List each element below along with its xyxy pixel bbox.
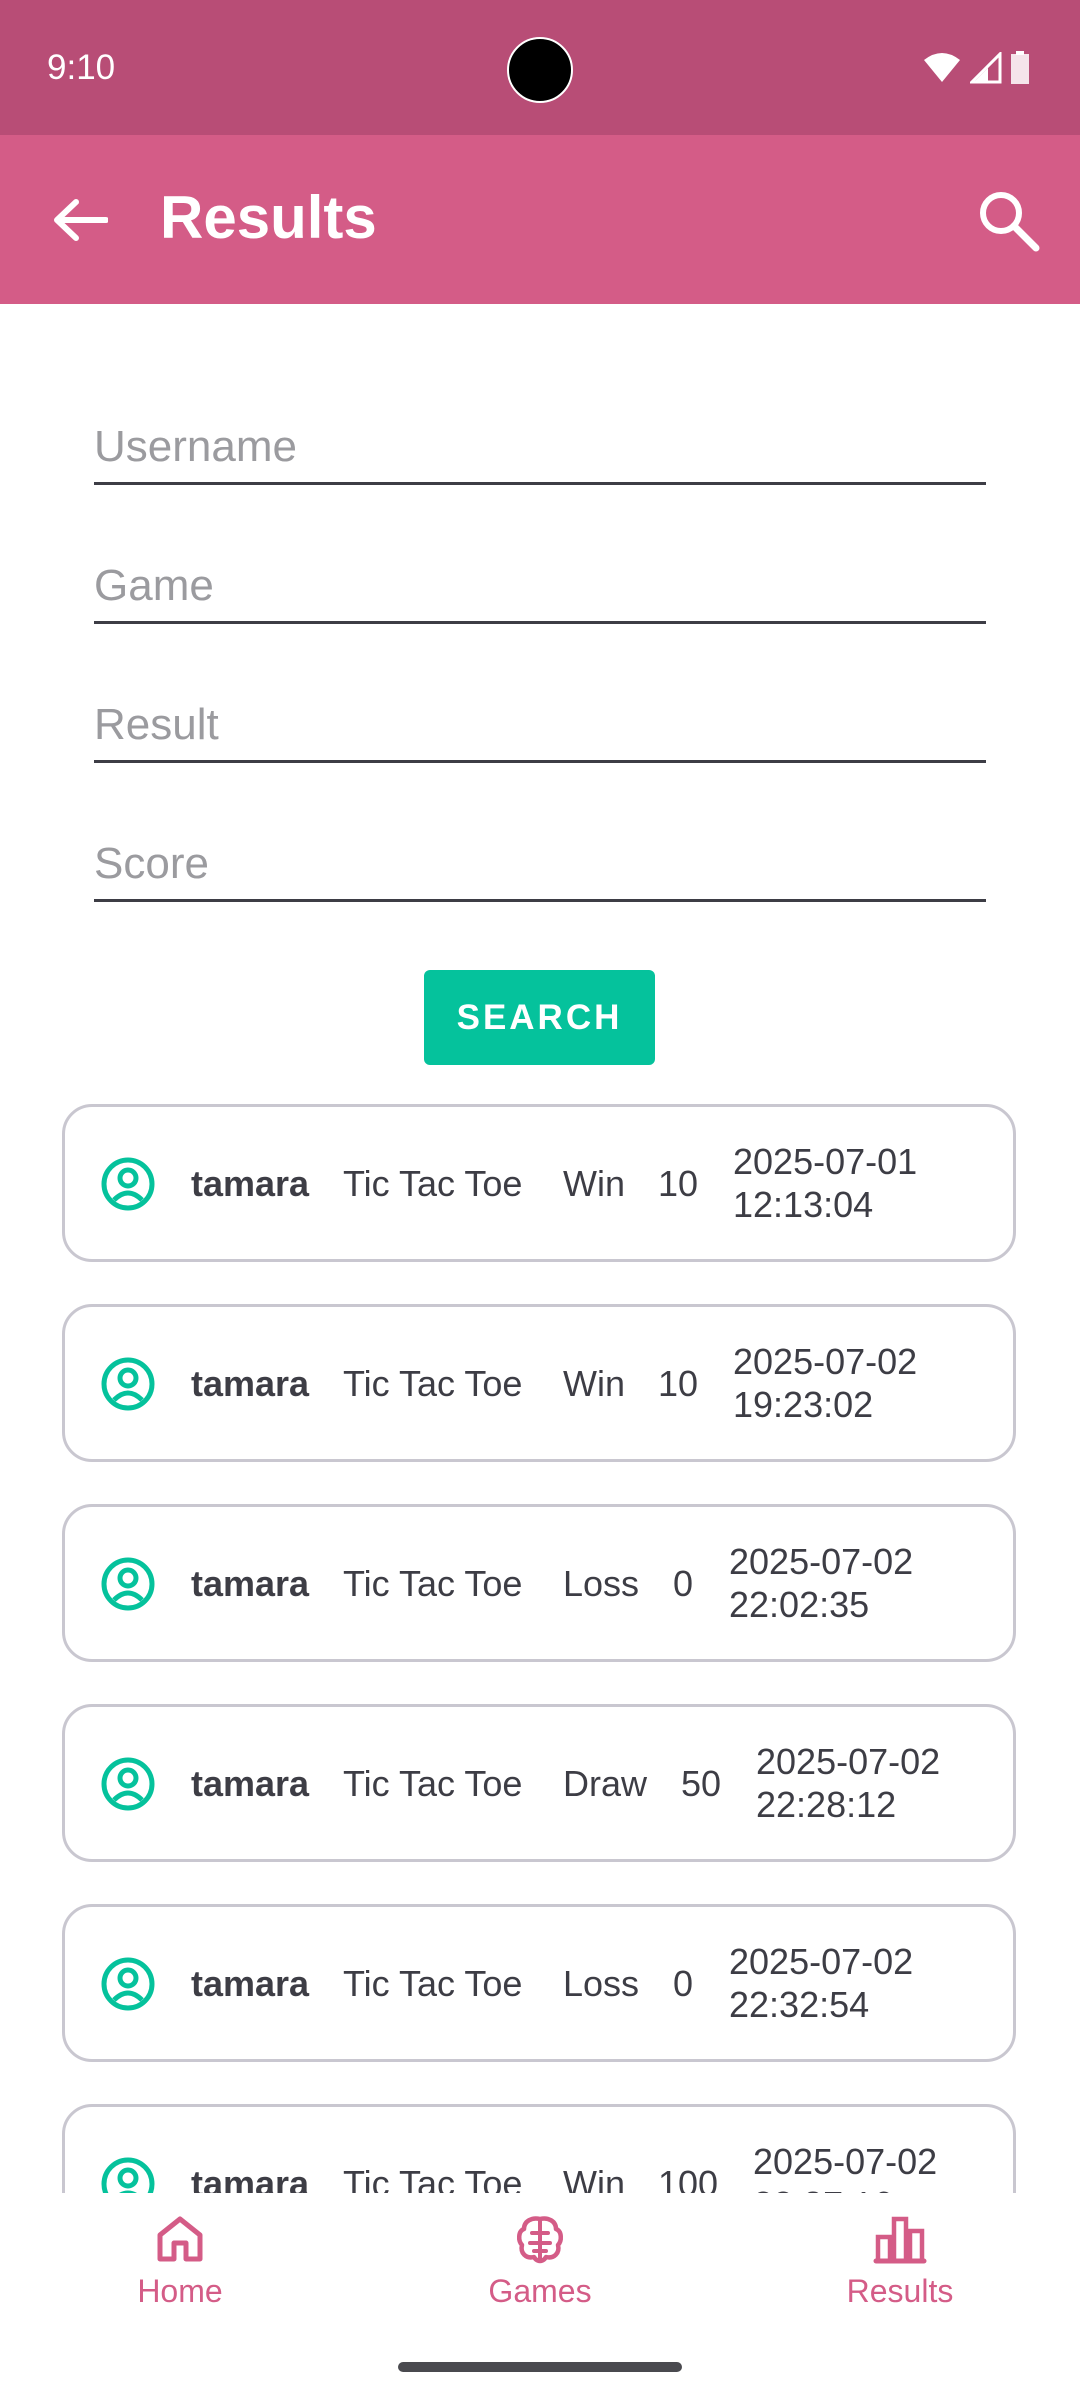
result-username: tamara (191, 1763, 310, 1804)
search-button[interactable] (958, 170, 1058, 270)
status-icons (922, 50, 1030, 86)
result-game: Tic Tac Toe (343, 1963, 523, 2004)
game-field[interactable] (94, 524, 986, 624)
app-bar: Results (0, 135, 1080, 304)
results-list[interactable]: tamara Tic Tac Toe Win 10 2025-07-01 12:… (0, 1100, 1080, 2193)
result-card[interactable]: tamara Tic Tac Toe Draw 50 2025-07-02 22… (62, 1704, 1016, 1862)
result-input[interactable] (94, 700, 986, 750)
result-outcome: Draw (563, 1763, 648, 1804)
username-input[interactable] (94, 422, 986, 472)
result-time: 19:23:02 (733, 1384, 874, 1425)
result-date: 2025-07-02 (733, 1341, 918, 1382)
result-card[interactable]: tamara Tic Tac Toe Loss 0 2025-07-02 22:… (62, 1504, 1016, 1662)
result-outcome: Win (563, 1363, 625, 1404)
user-circle-icon (101, 1157, 155, 1211)
result-game: Tic Tac Toe (343, 2163, 523, 2193)
nav-results[interactable]: Results (790, 2213, 1010, 2333)
result-outcome: Win (563, 2163, 625, 2193)
result-datetime: 2025-07-02 19:23:02 (733, 1340, 917, 1426)
result-card[interactable]: tamara Tic Tac Toe Loss 0 2025-07-02 22:… (62, 1904, 1016, 2062)
camera-cutout (507, 37, 573, 103)
nav-games-label: Games (488, 2273, 592, 2309)
result-game: Tic Tac Toe (343, 1563, 523, 1604)
result-time: 22:37:16 (753, 2183, 937, 2193)
wifi-icon (924, 53, 960, 82)
battery-icon (1011, 51, 1029, 84)
result-date: 2025-07-02 (729, 1941, 914, 1982)
result-time: 22:32:54 (729, 1984, 870, 2025)
result-datetime: 2025-07-02 22:02:35 (729, 1540, 913, 1626)
result-score: 0 (673, 1563, 694, 1604)
result-outcome: Loss (563, 1963, 640, 2004)
user-circle-icon (101, 1357, 155, 1411)
result-score: 50 (681, 1763, 722, 1804)
home-indicator[interactable] (398, 2362, 682, 2372)
status-time: 9:10 (47, 48, 116, 87)
result-game: Tic Tac Toe (343, 1763, 523, 1804)
result-outcome: Loss (563, 1563, 640, 1604)
score-field[interactable] (94, 802, 986, 902)
search-submit-button[interactable]: SEARCH (424, 970, 655, 1065)
nav-home[interactable]: Home (70, 2213, 290, 2333)
signal-icon (970, 52, 1002, 84)
user-circle-icon (101, 1557, 155, 1611)
result-time: 12:13:04 (733, 1184, 874, 1225)
result-date: 2025-07-01 (733, 1141, 918, 1182)
brain-icon (517, 2216, 563, 2264)
user-circle-icon (101, 2157, 155, 2193)
result-game: Tic Tac Toe (343, 1363, 523, 1404)
result-date: 2025-07-02 (729, 1541, 914, 1582)
arrow-left-icon (54, 199, 108, 241)
result-score: 10 (658, 1363, 699, 1404)
result-card[interactable]: tamara Tic Tac Toe Win 10 2025-07-02 19:… (62, 1304, 1016, 1462)
search-icon (980, 192, 1040, 252)
page-title: Results (160, 184, 377, 251)
status-bar: 9:10 (0, 0, 1080, 135)
result-datetime: 2025-07-02 22:37:16 (753, 2140, 937, 2193)
result-date: 2025-07-02 (756, 1741, 941, 1782)
result-username: tamara (191, 1963, 310, 2004)
nav-home-label: Home (137, 2273, 223, 2309)
nav-results-label: Results (846, 2273, 954, 2309)
username-field[interactable] (94, 385, 986, 485)
user-circle-icon (101, 1957, 155, 2011)
result-date: 2025-07-02 (753, 2141, 938, 2182)
result-card[interactable]: tamara Tic Tac Toe Win 100 2025-07-02 22… (62, 2104, 1016, 2193)
result-username: tamara (191, 1363, 310, 1404)
game-input[interactable] (94, 561, 986, 611)
score-input[interactable] (94, 839, 986, 889)
result-datetime: 2025-07-02 22:32:54 (729, 1940, 913, 2026)
user-circle-icon (101, 1757, 155, 1811)
bar-chart-icon (873, 2216, 927, 2264)
result-score: 0 (673, 1963, 694, 2004)
result-username: tamara (191, 2163, 310, 2193)
result-time: 22:28:12 (756, 1784, 897, 1825)
nav-games[interactable]: Games (430, 2213, 650, 2333)
back-button[interactable] (30, 170, 130, 270)
result-game: Tic Tac Toe (343, 1163, 523, 1204)
result-datetime: 2025-07-01 12:13:04 (733, 1140, 917, 1226)
result-card[interactable]: tamara Tic Tac Toe Win 10 2025-07-01 12:… (62, 1104, 1016, 1262)
result-score: 100 (658, 2163, 719, 2193)
result-field[interactable] (94, 663, 986, 763)
result-outcome: Win (563, 1163, 625, 1204)
result-score: 10 (658, 1163, 699, 1204)
result-datetime: 2025-07-02 22:28:12 (756, 1740, 940, 1826)
result-username: tamara (191, 1563, 310, 1604)
result-username: tamara (191, 1163, 310, 1204)
result-time: 22:02:35 (729, 1584, 870, 1625)
home-icon (157, 2216, 203, 2262)
